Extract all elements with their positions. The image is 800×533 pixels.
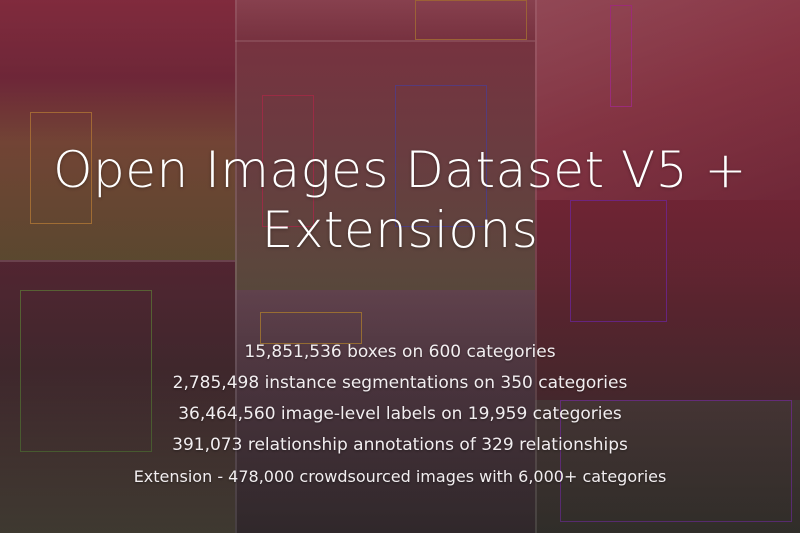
stats-list: 15,851,536 boxes on 600 categories 2,785… [0, 337, 800, 492]
stat-image-labels: 36,464,560 image-level labels on 19,959 … [178, 404, 622, 424]
stat-boxes: 15,851,536 boxes on 600 categories [244, 342, 556, 362]
title-line-2: Extensions [261, 201, 539, 259]
stat-segmentations: 2,785,498 instance segmentations on 350 … [172, 373, 628, 393]
page-title: Open Images Dataset V5 + Extensions [0, 140, 800, 260]
title-line-1: Open Images Dataset V5 + [53, 141, 747, 199]
stat-extension: Extension - 478,000 crowdsourced images … [133, 467, 667, 486]
stat-relationships: 391,073 relationship annotations of 329 … [172, 435, 628, 455]
hero-content: Open Images Dataset V5 + Extensions 15,8… [0, 0, 800, 533]
